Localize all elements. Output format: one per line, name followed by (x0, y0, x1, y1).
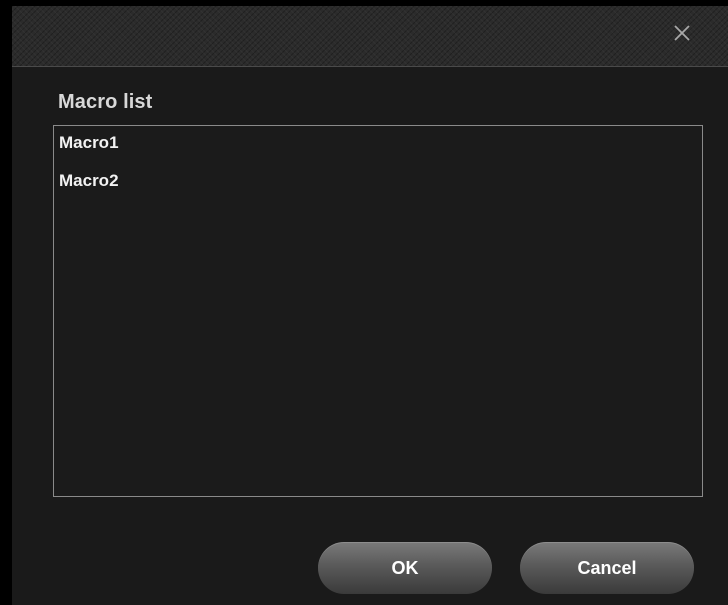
ok-button[interactable]: OK (318, 542, 492, 594)
macro-dialog: Macro list Macro1 Macro2 OK Cancel (12, 6, 728, 605)
macro-listbox[interactable]: Macro1 Macro2 (53, 125, 703, 497)
title-bar[interactable] (12, 6, 728, 67)
close-button[interactable] (667, 19, 697, 49)
close-icon (674, 25, 690, 41)
macro-list-label: Macro list (58, 91, 153, 113)
list-item-macro1[interactable]: Macro1 (59, 129, 125, 157)
cancel-button[interactable]: Cancel (520, 542, 694, 594)
list-item-macro2[interactable]: Macro2 (59, 167, 125, 195)
